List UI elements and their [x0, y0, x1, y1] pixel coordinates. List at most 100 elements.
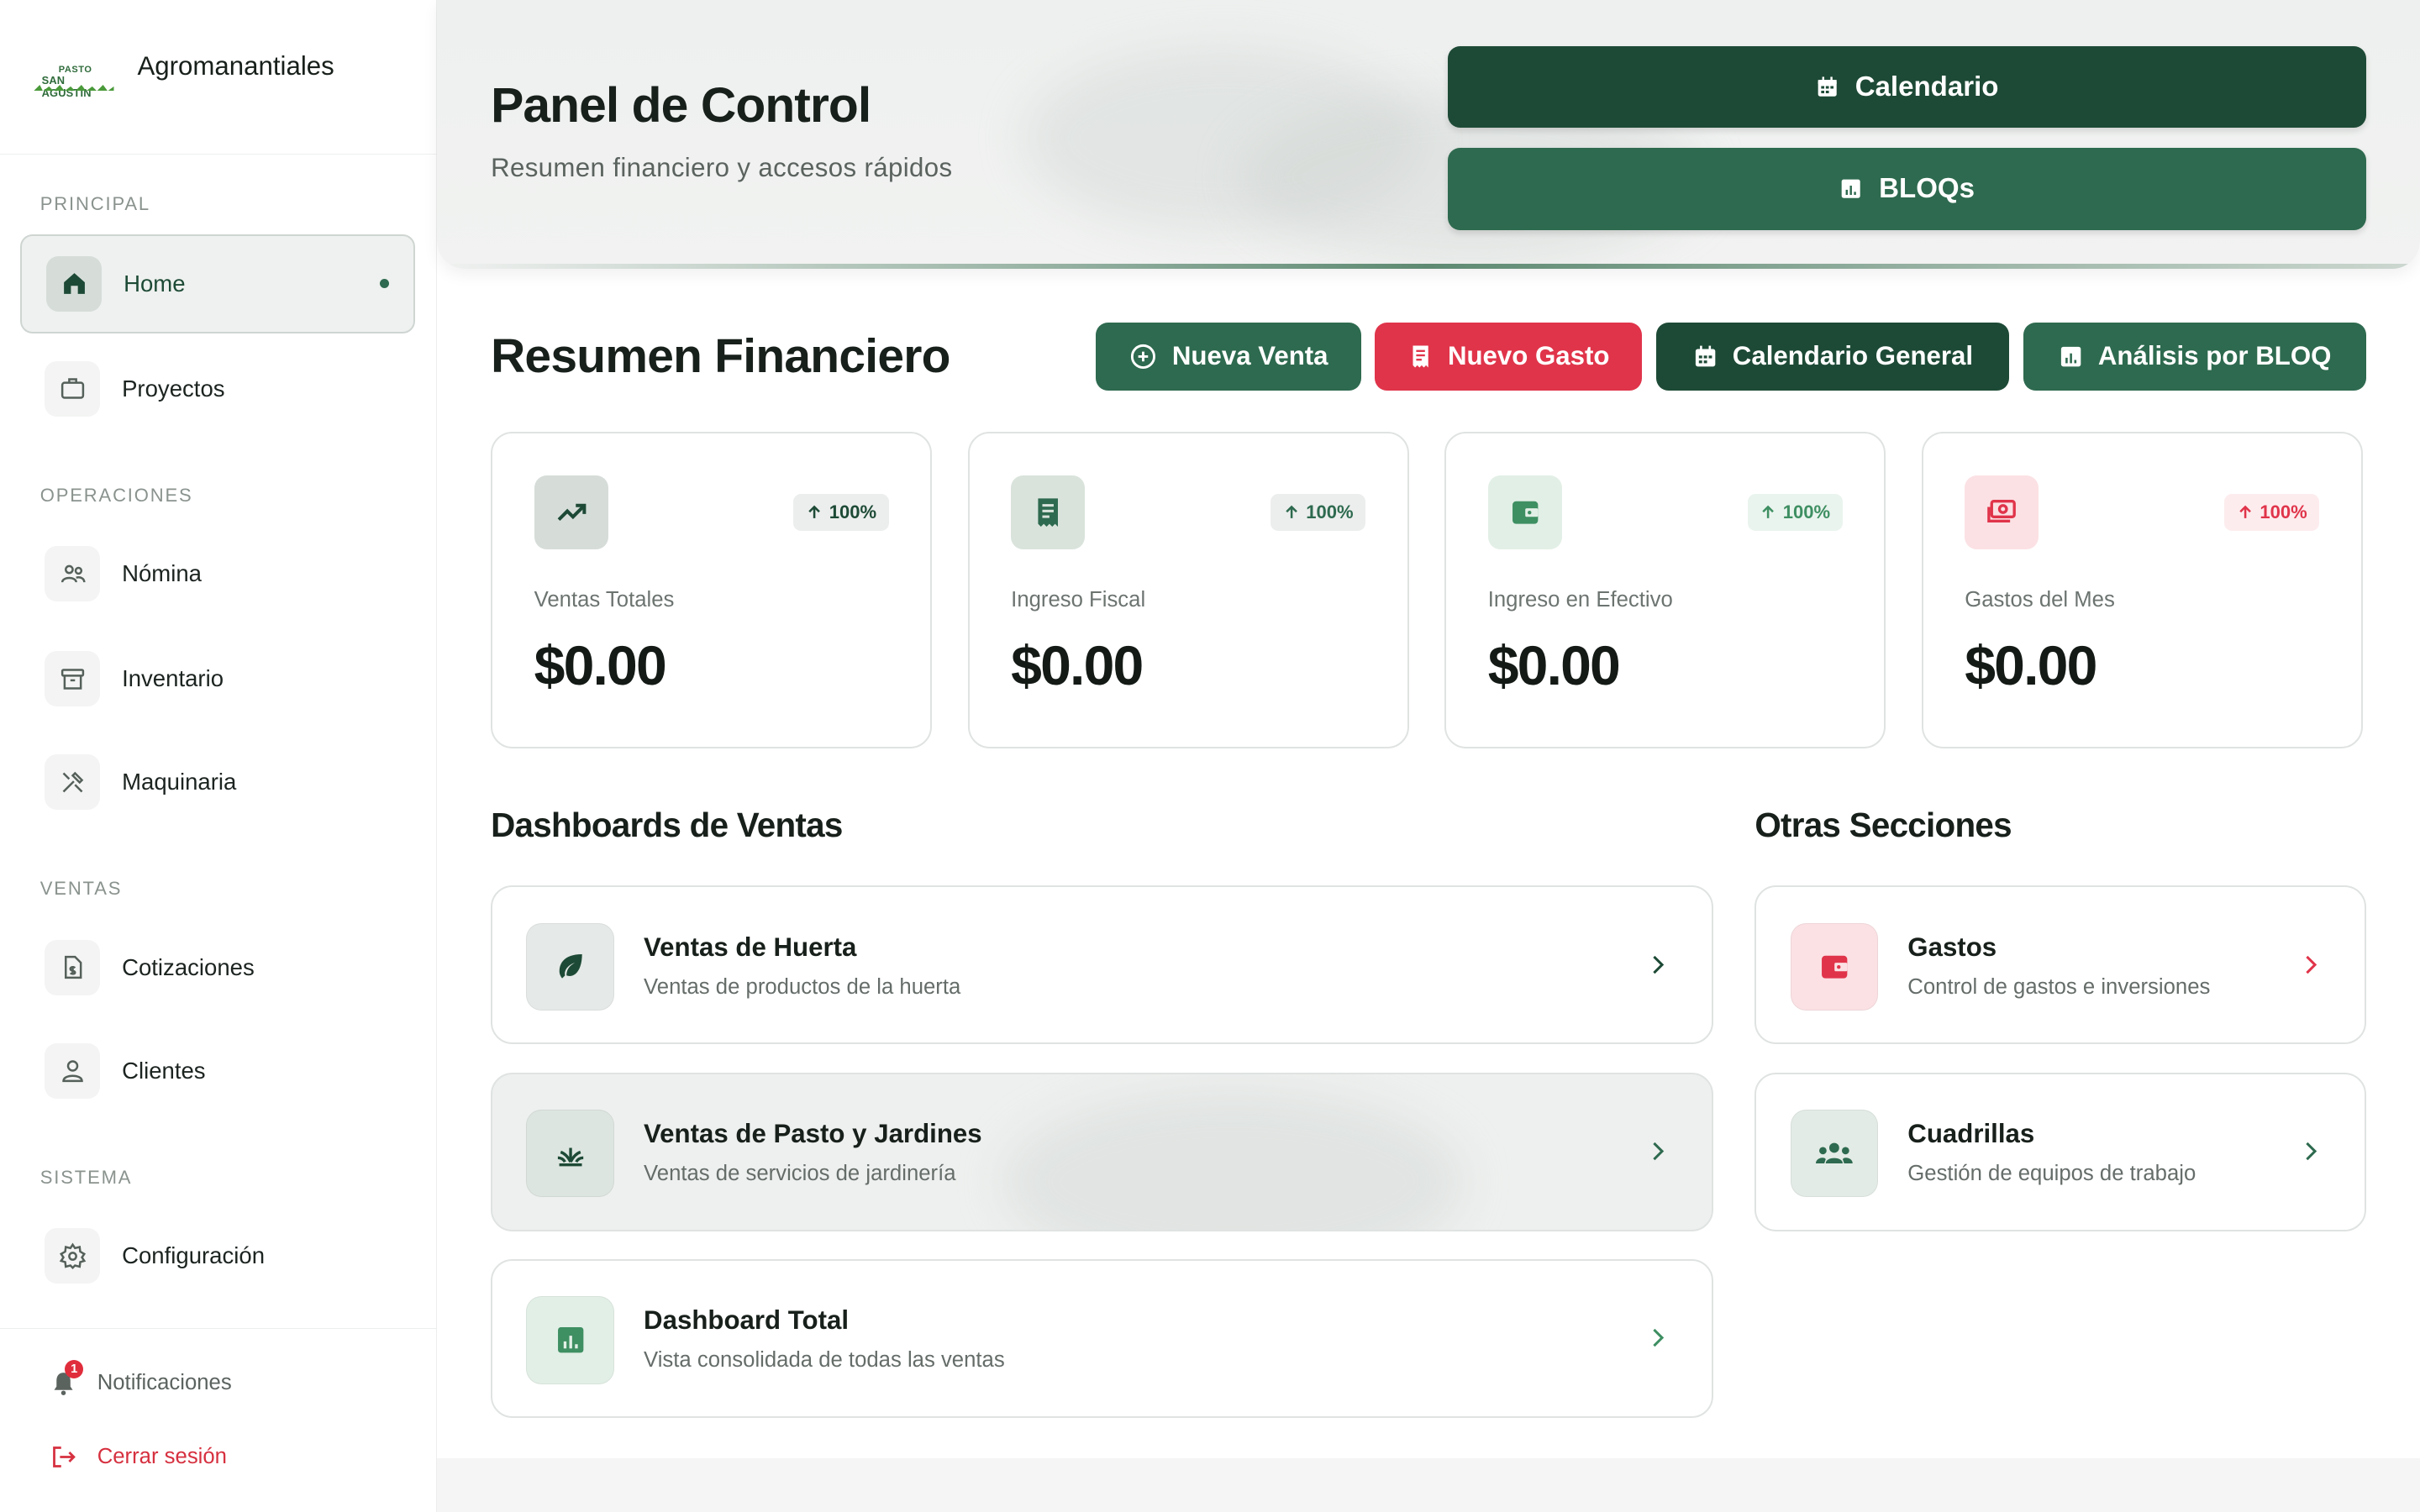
- chevron-right-icon: [1644, 1324, 1671, 1352]
- change-value: 100%: [2260, 501, 2307, 522]
- plus-circle-icon: [1128, 342, 1158, 371]
- card-gastos[interactable]: Gastos Control de gastos e inversiones: [1754, 885, 2366, 1045]
- briefcase-icon: [45, 360, 101, 417]
- header-divider: [436, 264, 2420, 269]
- card-ventas-pasto-jardines[interactable]: Ventas de Pasto y Jardines Ventas de ser…: [491, 1072, 1713, 1231]
- sidebar-item-configuracion[interactable]: Configuración: [20, 1206, 415, 1305]
- bloqs-button-label: BLOQs: [1879, 172, 1975, 204]
- chart-icon: [2058, 344, 2084, 370]
- chevron-right-icon: [1644, 951, 1671, 979]
- bloqs-button[interactable]: BLOQs: [1447, 148, 2366, 230]
- invoice-icon: [45, 939, 101, 995]
- change-badge: 100%: [1270, 493, 1366, 531]
- stat-label: Gastos del Mes: [1965, 587, 2115, 612]
- gear-icon: [45, 1228, 101, 1284]
- sidebar: PASTO SAN AGUSTÍN Agromanantiales PRINCI…: [0, 0, 437, 1512]
- bloq-analysis-button[interactable]: Análisis por BLOQ: [2023, 322, 2366, 391]
- brand: PASTO SAN AGUSTÍN Agromanantiales: [0, 0, 436, 155]
- section-label-ventas: VENTAS: [39, 878, 123, 900]
- change-value: 100%: [1782, 501, 1831, 522]
- stat-value: $0.00: [534, 635, 667, 698]
- change-badge: 100%: [2224, 493, 2320, 531]
- section-label-principal: PRINCIPAL: [39, 192, 150, 214]
- card-title: Dashboard Total: [644, 1305, 850, 1335]
- stat-label: Ventas Totales: [534, 587, 675, 612]
- sidebar-item-label: Home: [124, 270, 186, 297]
- home-icon: [46, 255, 103, 312]
- sidebar-item-maquinaria[interactable]: Maquinaria: [20, 732, 415, 832]
- card-cuadrillas[interactable]: Cuadrillas Gestión de equipos de trabajo: [1754, 1072, 2366, 1231]
- section-label-operaciones: OPERACIONES: [39, 484, 193, 506]
- change-value: 100%: [1306, 501, 1354, 522]
- change-badge: 100%: [793, 493, 889, 531]
- sidebar-item-nomina[interactable]: Nómina: [20, 524, 415, 623]
- active-indicator: [379, 279, 389, 289]
- logout-button[interactable]: Cerrar sesión: [46, 1441, 227, 1474]
- calendar-button[interactable]: Calendario: [1447, 46, 2366, 129]
- sidebar-item-clientes[interactable]: Clientes: [20, 1021, 415, 1121]
- arrow-up-icon: [2237, 504, 2254, 521]
- calendar-icon: [1815, 75, 1839, 99]
- wallet-icon: [1790, 922, 1879, 1011]
- brand-logo[interactable]: PASTO SAN AGUSTÍN: [34, 65, 114, 99]
- sidebar-item-label: Nómina: [122, 560, 202, 587]
- new-expense-label: Nuevo Gasto: [1447, 341, 1610, 371]
- sales-dashboards-title: Dashboards de Ventas: [491, 805, 843, 844]
- logout-label: Cerrar sesión: [97, 1445, 227, 1469]
- stat-card-ingreso-fiscal[interactable]: 100% Ingreso Fiscal $0.00: [967, 432, 1409, 748]
- receipt-icon: [1407, 342, 1434, 371]
- new-sale-button[interactable]: Nueva Venta: [1096, 322, 1361, 391]
- other-sections-title: Otras Secciones: [1754, 805, 2012, 844]
- stat-label: Ingreso Fiscal: [1011, 587, 1146, 612]
- card-description: Control de gastos e inversiones: [1907, 974, 2211, 999]
- leaf-icon: [526, 922, 615, 1011]
- sidebar-item-home[interactable]: Home: [19, 234, 416, 333]
- change-badge: 100%: [1747, 493, 1843, 531]
- main-content: Panel de Control Resumen financiero y ac…: [436, 0, 2420, 1512]
- sidebar-item-cotizaciones[interactable]: Cotizaciones: [20, 918, 415, 1017]
- card-description: Vista consolidada de todas las ventas: [644, 1348, 1005, 1373]
- sidebar-item-label: Cotizaciones: [122, 953, 255, 980]
- brand-name: Agromanantiales: [137, 50, 334, 81]
- sidebar-item-label: Clientes: [122, 1057, 206, 1084]
- chart-icon: [1839, 176, 1863, 201]
- sidebar-item-proyectos[interactable]: Proyectos: [20, 339, 415, 438]
- receipt-icon: [1011, 475, 1086, 549]
- chevron-right-icon: [2296, 951, 2324, 979]
- card-title: Gastos: [1907, 932, 1997, 962]
- change-value: 100%: [829, 501, 877, 522]
- archive-icon: [45, 651, 101, 707]
- bell-icon: 1: [46, 1360, 84, 1399]
- new-expense-button[interactable]: Nuevo Gasto: [1375, 322, 1643, 391]
- stat-value: $0.00: [1487, 635, 1621, 698]
- notifications-link[interactable]: 1 Notificaciones: [46, 1360, 232, 1399]
- notification-count-badge: 1: [65, 1360, 84, 1379]
- sidebar-item-inventario[interactable]: Inventario: [20, 629, 415, 728]
- bloq-analysis-label: Análisis por BLOQ: [2097, 341, 2332, 371]
- bar-chart-icon: [526, 1295, 615, 1384]
- user-icon: [45, 1042, 101, 1099]
- sidebar-footer: 1 Notificaciones Cerrar sesión: [0, 1328, 437, 1512]
- trending-up-icon: [534, 475, 608, 549]
- calendar-icon: [1692, 344, 1718, 370]
- card-dashboard-total[interactable]: Dashboard Total Vista consolidada de tod…: [491, 1258, 1713, 1418]
- page-title: Panel de Control: [491, 77, 871, 133]
- section-label-sistema: SISTEMA: [39, 1166, 133, 1188]
- chevron-right-icon: [2296, 1137, 2324, 1165]
- card-description: Gestión de equipos de trabajo: [1907, 1162, 2196, 1186]
- chevron-right-icon: [1644, 1137, 1671, 1165]
- stat-card-gastos-mes[interactable]: 100% Gastos del Mes $0.00: [1921, 432, 2363, 748]
- stat-card-ingreso-efectivo[interactable]: 100% Ingreso en Efectivo $0.00: [1444, 432, 1886, 748]
- sidebar-item-label: Inventario: [122, 665, 224, 692]
- arrow-up-icon: [1283, 504, 1300, 521]
- financial-summary-title: Resumen Financiero: [491, 329, 950, 384]
- sidebar-item-label: Configuración: [122, 1242, 266, 1269]
- stat-value: $0.00: [1965, 635, 2097, 698]
- stat-card-ventas-totales[interactable]: 100% Ventas Totales $0.00: [491, 432, 933, 748]
- general-calendar-button[interactable]: Calendario General: [1655, 322, 2010, 391]
- wallet-icon: [1487, 475, 1562, 549]
- logout-icon: [46, 1441, 80, 1474]
- page-header: Panel de Control Resumen financiero y ac…: [436, 0, 2420, 269]
- general-calendar-label: Calendario General: [1732, 341, 1974, 371]
- card-ventas-huerta[interactable]: Ventas de Huerta Ventas de productos de …: [491, 885, 1713, 1045]
